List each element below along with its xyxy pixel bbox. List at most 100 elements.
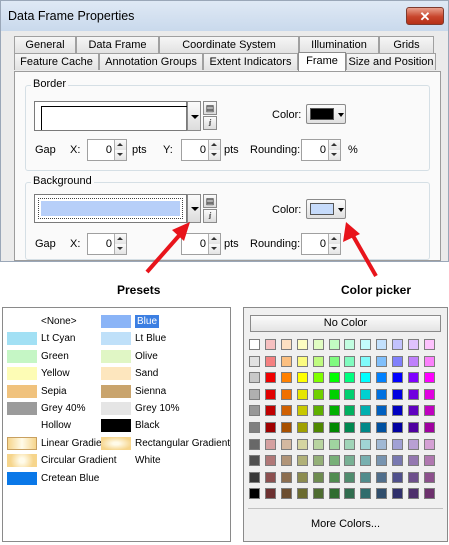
color-cell[interactable] [392,455,404,467]
color-cell[interactable] [360,388,372,400]
color-cell[interactable] [249,422,260,433]
color-cell[interactable] [423,355,435,367]
color-cell[interactable] [249,355,260,367]
more-colors-button[interactable]: More Colors... [244,513,447,535]
color-cell[interactable] [344,488,356,500]
color-cell[interactable] [360,372,372,384]
color-cell[interactable] [344,405,356,417]
color-cell[interactable] [296,438,308,450]
color-cell[interactable] [312,388,324,400]
color-cell[interactable] [360,471,372,483]
color-cell[interactable] [328,455,340,467]
color-cell[interactable] [280,438,292,450]
color-cell[interactable] [249,455,260,467]
color-cell[interactable] [376,339,388,350]
color-cell[interactable] [296,488,308,500]
color-cell[interactable] [360,405,372,417]
color-cell[interactable] [344,471,356,483]
color-cell[interactable] [249,388,260,400]
color-cell[interactable] [344,438,356,450]
preset-right-item[interactable]: Grey 10% [101,402,211,416]
color-cell[interactable] [376,405,388,417]
color-cell[interactable] [392,471,404,483]
color-cell[interactable] [249,339,260,350]
color-cell[interactable] [408,488,419,500]
color-cell[interactable] [264,355,276,367]
color-cell[interactable] [249,405,260,417]
color-cell[interactable] [280,372,292,384]
color-cell[interactable] [280,422,292,433]
color-cell[interactable] [328,471,340,483]
color-cell[interactable] [312,471,324,483]
color-cell[interactable] [376,372,388,384]
color-cell[interactable] [344,372,356,384]
color-cell[interactable] [296,422,308,433]
preset-right-item[interactable]: Lt Blue [101,332,211,346]
color-cell[interactable] [280,405,292,417]
color-cell[interactable] [312,339,324,350]
color-cell[interactable] [344,455,356,467]
color-cell[interactable] [376,488,388,500]
color-cell[interactable] [264,488,276,500]
preset-right-item[interactable]: White [101,454,211,468]
color-cell[interactable] [312,488,324,500]
color-cell[interactable] [392,339,404,350]
color-cell[interactable] [360,339,372,350]
color-cell[interactable] [408,422,419,433]
color-cell[interactable] [360,455,372,467]
color-cell[interactable] [249,471,260,483]
color-cell[interactable] [344,339,356,350]
color-cell[interactable] [408,388,419,400]
color-cell[interactable] [360,488,372,500]
color-cell[interactable] [408,339,419,350]
color-cell[interactable] [328,388,340,400]
preset-right-item[interactable]: Rectangular Gradient [101,436,230,451]
color-cell[interactable] [392,355,404,367]
color-cell[interactable] [360,438,372,450]
color-cell[interactable] [264,372,276,384]
color-cell[interactable] [376,471,388,483]
color-cell[interactable] [392,422,404,433]
color-cell[interactable] [280,455,292,467]
tab-frame[interactable]: Frame [298,52,346,71]
color-cell[interactable] [296,355,308,367]
color-cell[interactable] [392,388,404,400]
color-cell[interactable] [264,438,276,450]
color-cell[interactable] [296,471,308,483]
color-cell[interactable] [312,405,324,417]
color-cell[interactable] [376,388,388,400]
color-cell[interactable] [249,488,260,500]
color-cell[interactable] [296,388,308,400]
color-cell[interactable] [312,355,324,367]
color-cell[interactable] [264,455,276,467]
preset-right-item[interactable]: Sand [101,367,211,381]
color-cell[interactable] [328,422,340,433]
color-cell[interactable] [312,372,324,384]
color-cell[interactable] [328,488,340,500]
color-cell[interactable] [280,339,292,350]
color-cell[interactable] [249,372,260,384]
color-cell[interactable] [423,422,435,433]
preset-right-item[interactable]: Sienna [101,384,211,399]
color-cell[interactable] [328,372,340,384]
color-cell[interactable] [408,405,419,417]
color-cell[interactable] [376,438,388,450]
color-cell[interactable] [249,438,260,450]
color-cell[interactable] [264,405,276,417]
color-cell[interactable] [408,455,419,467]
color-cell[interactable] [280,355,292,367]
color-cell[interactable] [376,355,388,367]
color-cell[interactable] [392,405,404,417]
color-cell[interactable] [423,455,435,467]
color-cell[interactable] [328,438,340,450]
color-cell[interactable] [344,422,356,433]
preset-left-item[interactable]: Cretean Blue [7,471,117,486]
color-cell[interactable] [296,455,308,467]
color-cell[interactable] [328,405,340,417]
preset-right-item[interactable]: Black [101,419,211,433]
color-cell[interactable] [312,422,324,433]
color-cell[interactable] [376,455,388,467]
color-cell[interactable] [360,422,372,433]
color-cell[interactable] [264,422,276,433]
color-cell[interactable] [392,488,404,500]
